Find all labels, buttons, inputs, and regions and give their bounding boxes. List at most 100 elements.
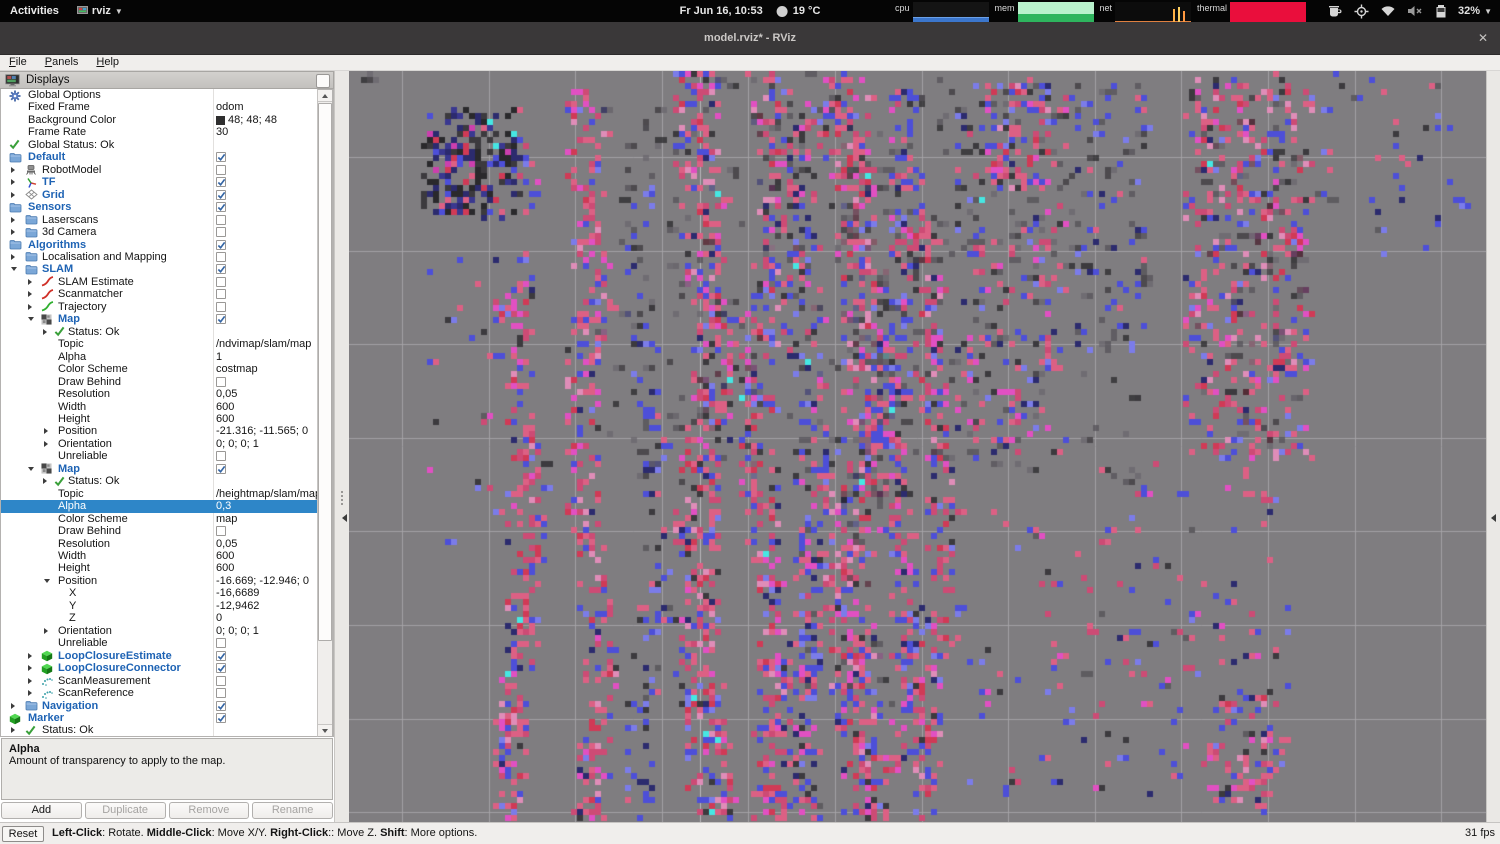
expand-closed-icon[interactable]: [28, 665, 32, 671]
tree-row-loopclosureestimate[interactable]: LoopClosureEstimate: [1, 650, 318, 663]
checkbox-unchecked[interactable]: [216, 688, 226, 698]
tree-row-width[interactable]: Width600: [1, 550, 318, 563]
checkbox-unchecked[interactable]: [216, 451, 226, 461]
expand-open-icon[interactable]: [28, 317, 34, 321]
clock[interactable]: Fr Jun 16, 10:53: [680, 5, 763, 17]
checkbox-unchecked[interactable]: [216, 277, 226, 287]
row-value[interactable]: 0,05: [216, 538, 237, 551]
collapse-left-icon[interactable]: [342, 514, 347, 522]
tree-row-robotmodel[interactable]: RobotModel: [1, 164, 318, 177]
3d-viewport[interactable]: [349, 71, 1486, 822]
tree-row-color-scheme[interactable]: Color Schememap: [1, 513, 318, 526]
checkbox-unchecked[interactable]: [216, 302, 226, 312]
checkbox-checked[interactable]: [216, 240, 226, 250]
tree-row-draw-behind[interactable]: Draw Behind: [1, 525, 318, 538]
tree-row-position[interactable]: Position-16.669; -12.946; 0: [1, 575, 318, 588]
cpu-graph[interactable]: [913, 2, 989, 22]
tree-row-orientation[interactable]: Orientation0; 0; 0; 1: [1, 625, 318, 638]
expand-closed-icon[interactable]: [11, 217, 15, 223]
expand-open-icon[interactable]: [28, 467, 34, 471]
collapse-right-icon[interactable]: [1491, 514, 1496, 522]
scrollbar-down-button[interactable]: [318, 724, 332, 736]
expand-closed-icon[interactable]: [28, 279, 32, 285]
tree-row-status-ok[interactable]: Status: Ok: [1, 475, 318, 488]
checkbox-checked[interactable]: [216, 152, 226, 162]
row-value[interactable]: 600: [216, 413, 234, 426]
row-value[interactable]: -21.316; -11.565; 0: [216, 425, 308, 438]
net-graph[interactable]: [1115, 2, 1191, 22]
panel-splitter-right[interactable]: [1486, 71, 1500, 822]
checkbox-unchecked[interactable]: [216, 165, 226, 175]
row-value[interactable]: 600: [216, 550, 234, 563]
expand-closed-icon[interactable]: [11, 703, 15, 709]
row-value[interactable]: 1: [216, 351, 222, 364]
wifi-icon[interactable]: [1380, 5, 1396, 17]
row-value[interactable]: 0; 0; 0; 1: [216, 625, 259, 638]
checkbox-checked[interactable]: [216, 314, 226, 324]
tree-row-unreliable[interactable]: Unreliable: [1, 450, 318, 463]
tree-row-z[interactable]: Z0: [1, 612, 318, 625]
menu-panels[interactable]: Panels: [36, 55, 88, 71]
tree-row-scanmeasurement[interactable]: ScanMeasurement: [1, 675, 318, 688]
reset-button[interactable]: Reset: [2, 826, 44, 842]
tree-row-topic[interactable]: Topic/heightmap/slam/map: [1, 488, 318, 501]
tree-row-x[interactable]: X-16,6689: [1, 587, 318, 600]
checkbox-unchecked[interactable]: [216, 676, 226, 686]
expand-open-icon[interactable]: [11, 267, 17, 271]
expand-closed-icon[interactable]: [28, 690, 32, 696]
app-menu-rviz[interactable]: rviz ▼: [69, 5, 131, 17]
system-menu-chevron-icon[interactable]: ▼: [1484, 7, 1492, 16]
weather-indicator[interactable]: 19 °C: [777, 5, 821, 17]
battery-icon[interactable]: [1434, 5, 1448, 18]
row-value[interactable]: /heightmap/slam/map: [216, 488, 321, 501]
checkbox-checked[interactable]: [216, 713, 226, 723]
expand-closed-icon[interactable]: [43, 478, 47, 484]
tree-row-y[interactable]: Y-12,9462: [1, 600, 318, 613]
checkbox-checked[interactable]: [216, 264, 226, 274]
displays-panel-header[interactable]: Displays: [0, 71, 334, 89]
checkbox-unchecked[interactable]: [216, 252, 226, 262]
thermal-graph[interactable]: [1230, 2, 1306, 22]
close-icon[interactable]: ✕: [1478, 22, 1488, 55]
scrollbar-thumb[interactable]: [318, 103, 332, 641]
scrollbar-up-button[interactable]: [318, 90, 332, 102]
expand-closed-icon[interactable]: [44, 428, 48, 434]
tree-row-map[interactable]: Map: [1, 313, 318, 326]
expand-closed-icon[interactable]: [11, 254, 15, 260]
mem-graph[interactable]: [1018, 2, 1094, 22]
checkbox-checked[interactable]: [216, 464, 226, 474]
tree-row-default[interactable]: Default: [1, 151, 318, 164]
tree-row-navigation[interactable]: Navigation: [1, 700, 318, 713]
tree-row-scanreference[interactable]: ScanReference: [1, 687, 318, 700]
expand-closed-icon[interactable]: [28, 678, 32, 684]
tree-row-map[interactable]: Map: [1, 463, 318, 476]
panel-splitter-left[interactable]: [334, 71, 349, 822]
window-titlebar[interactable]: model.rviz* - RViz ✕: [0, 22, 1500, 55]
checkbox-checked[interactable]: [216, 701, 226, 711]
tree-row-global-status-ok[interactable]: Global Status: Ok: [1, 139, 318, 152]
tree-row-marker[interactable]: Marker: [1, 712, 318, 725]
checkbox-checked[interactable]: [216, 663, 226, 673]
tree-row-resolution[interactable]: Resolution0,05: [1, 388, 318, 401]
add-button[interactable]: Add: [1, 802, 82, 819]
row-value[interactable]: 600: [216, 562, 234, 575]
checkbox-unchecked[interactable]: [216, 377, 226, 387]
row-value[interactable]: 0: [216, 612, 222, 625]
expand-closed-icon[interactable]: [28, 304, 32, 310]
expand-closed-icon[interactable]: [43, 329, 47, 335]
checkbox-checked[interactable]: [216, 202, 226, 212]
location-icon[interactable]: [1354, 4, 1369, 19]
tree-row-draw-behind[interactable]: Draw Behind: [1, 376, 318, 389]
expand-closed-icon[interactable]: [11, 179, 15, 185]
battery-percent[interactable]: 32%: [1458, 5, 1480, 17]
tree-scrollbar[interactable]: [317, 89, 333, 737]
tree-row-color-scheme[interactable]: Color Schemecostmap: [1, 363, 318, 376]
tree-row-laserscans[interactable]: Laserscans: [1, 214, 318, 227]
coffee-icon[interactable]: [1328, 5, 1343, 18]
tree-row-background-color[interactable]: Background Color48; 48; 48: [1, 114, 318, 127]
tree-row-width[interactable]: Width600: [1, 401, 318, 414]
row-value[interactable]: 0,05: [216, 388, 237, 401]
tree-row-status-ok[interactable]: Status: Ok: [1, 326, 318, 339]
tree-row-scanmatcher[interactable]: Scanmatcher: [1, 288, 318, 301]
tree-row-alpha[interactable]: Alpha1: [1, 351, 318, 364]
